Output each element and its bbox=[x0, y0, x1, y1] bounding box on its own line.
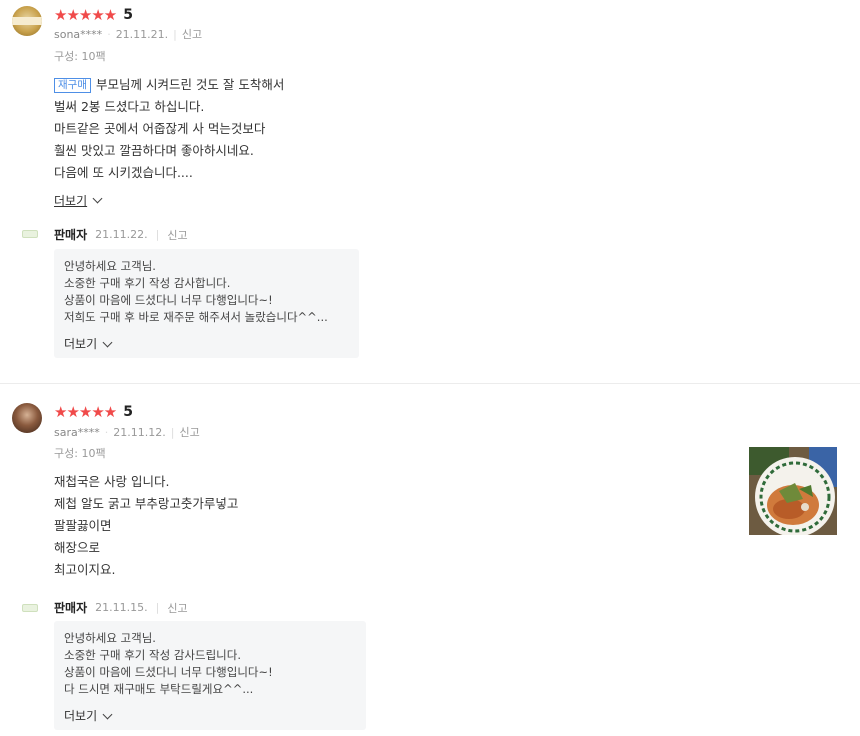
seller-reply-header: 판매자 21.11.15. | 신고 bbox=[54, 600, 188, 616]
report-link[interactable]: 신고 bbox=[167, 600, 187, 616]
seller-reply-header: 판매자 21.11.22. | 신고 bbox=[54, 227, 188, 243]
avatar[interactable] bbox=[12, 6, 42, 36]
reply-date: 21.11.22. bbox=[95, 228, 148, 241]
option-info: 구성: 10팩 bbox=[54, 50, 106, 63]
chevron-down-icon bbox=[102, 709, 113, 720]
seller-icon bbox=[12, 592, 46, 626]
review-photo-thumbnail[interactable] bbox=[749, 447, 837, 535]
review-body: 재첩국은 사랑 입니다. 제첩 알도 굵고 부추랑고춧가루넣고 팔팔끓이면 해장… bbox=[54, 474, 239, 577]
review-meta: sara**** · 21.11.12. | 신고 bbox=[54, 424, 200, 440]
report-link[interactable]: 신고 bbox=[179, 424, 199, 440]
seller-reply: 안녕하세요 고객님. 소중한 구매 후기 작성 감사합니다. 상품이 마음에 드… bbox=[54, 249, 359, 358]
reviewer-id: sona**** bbox=[54, 27, 103, 41]
expand-reply-button[interactable]: 더보기 bbox=[64, 708, 356, 725]
divider bbox=[0, 383, 860, 384]
rating: ★★★★★ 5 bbox=[54, 404, 133, 420]
reviewer-id: sara**** bbox=[54, 425, 100, 439]
chevron-down-icon bbox=[102, 337, 113, 348]
review-date: 21.11.12. bbox=[113, 425, 166, 439]
food-photo-icon bbox=[749, 447, 837, 535]
report-link[interactable]: 신고 bbox=[167, 227, 187, 243]
rating-score: 5 bbox=[123, 404, 133, 420]
rating-score: 5 bbox=[123, 7, 133, 23]
review-body: 재구매 부모님께 시켜드린 것도 잘 도착해서 벌써 2봉 드셨다고 하십니다. … bbox=[54, 77, 285, 180]
expand-review-button[interactable]: 더보기 bbox=[54, 192, 103, 209]
repurchase-badge: 재구매 bbox=[54, 78, 91, 93]
avatar[interactable] bbox=[12, 403, 42, 433]
seller-name: 판매자 bbox=[54, 228, 88, 242]
chevron-down-icon bbox=[92, 193, 103, 204]
option-info: 구성: 10팩 bbox=[54, 447, 106, 460]
review-meta: sona**** · 21.11.21. | 신고 bbox=[54, 26, 203, 42]
seller-reply: 안녕하세요 고객님. 소중한 구매 후기 작성 감사드립니다. 상품이 마음에 … bbox=[54, 621, 366, 730]
star-rating-icon: ★★★★★ bbox=[54, 402, 117, 421]
report-link[interactable]: 신고 bbox=[182, 26, 202, 42]
rating: ★★★★★ 5 bbox=[54, 7, 133, 23]
review-date: 21.11.21. bbox=[115, 27, 169, 41]
star-rating-icon: ★★★★★ bbox=[54, 5, 117, 24]
seller-icon bbox=[12, 218, 46, 252]
reply-date: 21.11.15. bbox=[95, 601, 148, 614]
expand-reply-button[interactable]: 더보기 bbox=[64, 336, 349, 353]
seller-name: 판매자 bbox=[54, 601, 88, 615]
